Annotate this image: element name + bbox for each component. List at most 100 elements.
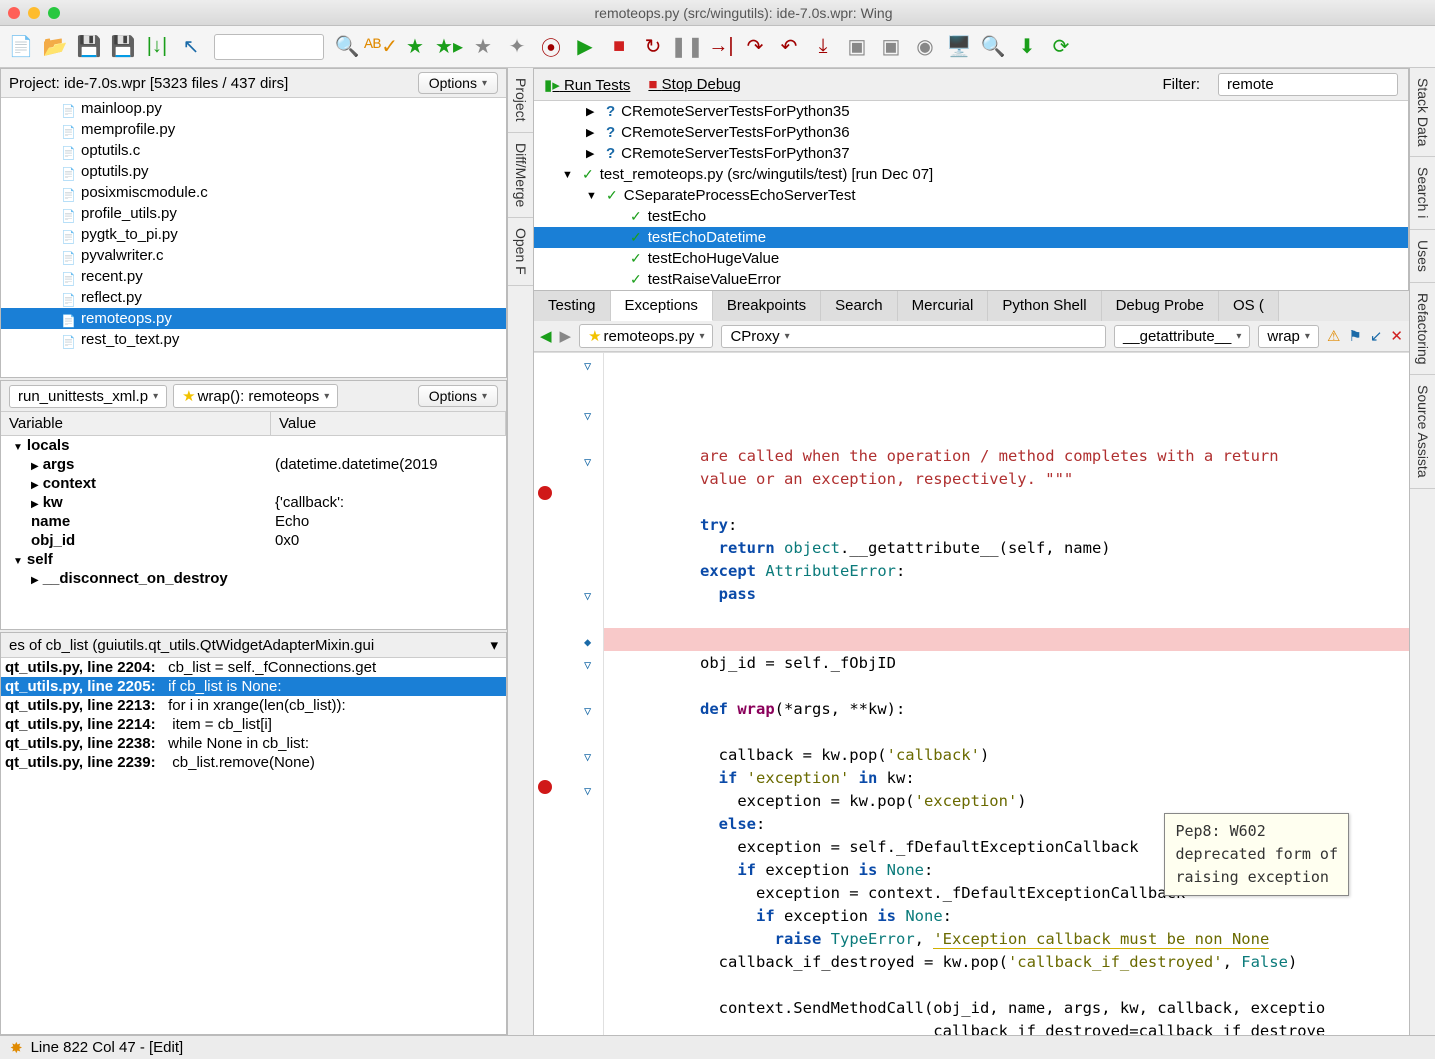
save-icon[interactable]: 💾 — [78, 36, 100, 58]
status-bug-icon[interactable]: ✸ — [10, 1039, 23, 1057]
expand-icon[interactable]: ▶ — [586, 126, 600, 139]
test-row[interactable]: testRaiseValueError — [534, 269, 1408, 290]
indent-icon[interactable]: |↓| — [146, 36, 168, 58]
uses-rows[interactable]: qt_utils.py, line 2204: cb_list = self._… — [1, 658, 506, 1034]
run-to-cursor-icon[interactable]: ⤓ — [812, 36, 834, 58]
bookmark-icon[interactable]: ★ — [404, 36, 426, 58]
stack-options-button[interactable]: Options — [418, 385, 498, 407]
monitor-icon[interactable]: 🖥️ — [948, 36, 970, 58]
nav-back-icon[interactable]: ◀ — [540, 327, 552, 345]
test-row[interactable]: testEchoDatetime — [534, 227, 1408, 248]
save-all-icon[interactable]: 💾 — [112, 36, 134, 58]
test-row[interactable]: ▶CRemoteServerTestsForPython36 — [534, 122, 1408, 143]
expand-icon[interactable] — [610, 232, 624, 244]
record-icon[interactable]: ⦿ — [540, 36, 562, 58]
expand-icon[interactable] — [610, 274, 624, 286]
test-row[interactable]: ▶CRemoteServerTestsForPython37 — [534, 143, 1408, 164]
side-tab[interactable]: Diff/Merge — [508, 133, 533, 218]
side-tab[interactable]: Project — [508, 68, 533, 133]
project-file[interactable]: remoteops.py — [1, 308, 506, 329]
uses-row[interactable]: qt_utils.py, line 2238: while None in cb… — [1, 734, 506, 753]
panel-tab[interactable]: Breakpoints — [713, 291, 821, 321]
bottom-tabs[interactable]: TestingExceptionsBreakpointsSearchMercur… — [534, 291, 1409, 321]
right-side-tabs[interactable]: Stack DataSearch iUsesRefactoringSource … — [1409, 68, 1435, 1035]
expand-icon[interactable]: ▼ — [562, 169, 576, 181]
editor-method-combo[interactable]: __getattribute__ — [1114, 325, 1250, 348]
project-file[interactable]: optutils.py — [1, 161, 506, 182]
project-file[interactable]: optutils.c — [1, 140, 506, 161]
left-side-tabs[interactable]: ProjectDiff/MergeOpen F — [508, 68, 534, 1035]
step-into-icon[interactable]: →| — [710, 36, 732, 58]
expand-icon[interactable]: ▶ — [586, 105, 600, 118]
uses-row[interactable]: qt_utils.py, line 2205: if cb_list is No… — [1, 677, 506, 696]
stack-variable-row[interactable]: context — [1, 474, 506, 493]
close-icon[interactable] — [8, 7, 20, 19]
test-row[interactable]: ▼CSeparateProcessEchoServerTest — [534, 185, 1408, 206]
frame-down-icon[interactable]: ▣ — [880, 36, 902, 58]
stack-rows[interactable]: localsargs(datetime.datetime(2019context… — [1, 436, 506, 629]
panel-tab[interactable]: OS ( — [1219, 291, 1279, 321]
expand-icon[interactable] — [610, 253, 624, 265]
side-tab[interactable]: Refactoring — [1410, 283, 1435, 376]
bookmark-next-icon[interactable]: ★▸ — [438, 36, 460, 58]
stack-variable-row[interactable]: obj_id0x0 — [1, 531, 506, 550]
panel-tab[interactable]: Search — [821, 291, 898, 321]
expand-icon[interactable]: ▼ — [586, 190, 600, 202]
bookmark-clear-icon[interactable]: ✦ — [506, 36, 528, 58]
project-file[interactable]: mainloop.py — [1, 98, 506, 119]
spellcheck-icon[interactable]: ᴬᴮ✓ — [370, 36, 392, 58]
panel-tab[interactable]: Testing — [534, 291, 611, 321]
test-row[interactable]: testEcho — [534, 206, 1408, 227]
search-tool-icon[interactable]: 🔍 — [982, 36, 1004, 58]
col-variable[interactable]: Variable — [1, 412, 271, 435]
stack-variable-row[interactable]: locals — [1, 436, 506, 455]
project-file[interactable]: pyvalwriter.c — [1, 245, 506, 266]
test-row[interactable]: ▼test_remoteops.py (src/wingutils/test) … — [534, 164, 1408, 185]
stop-debug-button[interactable]: ■ Stop Debug — [648, 76, 740, 93]
step-over-icon[interactable]: ↷ — [744, 36, 766, 58]
expand-icon[interactable] — [610, 211, 624, 223]
goto-icon[interactable]: ↖ — [180, 36, 202, 58]
uses-row[interactable]: qt_utils.py, line 2239: cb_list.remove(N… — [1, 753, 506, 772]
side-tab[interactable]: Stack Data — [1410, 68, 1435, 157]
panel-tab[interactable]: Debug Probe — [1102, 291, 1219, 321]
uses-row[interactable]: qt_utils.py, line 2204: cb_list = self._… — [1, 658, 506, 677]
breakpoint-marker[interactable] — [538, 780, 552, 794]
debug-pause-icon[interactable]: ❚❚ — [676, 36, 698, 58]
editor-class-combo[interactable]: CProxy — [721, 325, 1105, 348]
side-tab[interactable]: Search i — [1410, 157, 1435, 229]
uses-row[interactable]: qt_utils.py, line 2214: item = cb_list[i… — [1, 715, 506, 734]
col-value[interactable]: Value — [271, 412, 506, 435]
debug-restart-icon[interactable]: ↻ — [642, 36, 664, 58]
side-tab[interactable]: Open F — [508, 218, 533, 286]
frame-up-icon[interactable]: ▣ — [846, 36, 868, 58]
close-editor-icon[interactable]: ✕ — [1390, 327, 1403, 345]
new-file-icon[interactable]: 📄 — [10, 36, 32, 58]
panel-tab[interactable]: Python Shell — [988, 291, 1101, 321]
uses-row[interactable]: qt_utils.py, line 2213: for i in xrange(… — [1, 696, 506, 715]
project-file[interactable]: reflect.py — [1, 287, 506, 308]
test-row[interactable]: ▶CRemoteServerTestsForPython35 — [534, 101, 1408, 122]
stack-variable-row[interactable]: nameEcho — [1, 512, 506, 531]
editor-file-combo[interactable]: ★ remoteops.py — [579, 324, 713, 348]
stack-scope-combo[interactable]: ★ wrap(): remoteops — [173, 384, 338, 408]
filter-input[interactable] — [1218, 73, 1398, 96]
toolbar-search-input[interactable] — [214, 34, 324, 60]
project-tree[interactable]: mainloop.pymemprofile.pyoptutils.coptuti… — [1, 98, 506, 377]
test-row[interactable]: testEchoHugeValue — [534, 248, 1408, 269]
side-tab[interactable]: Uses — [1410, 230, 1435, 283]
open-folder-icon[interactable]: 📂 — [44, 36, 66, 58]
maximize-icon[interactable]: ↙ — [1370, 327, 1383, 345]
nav-forward-icon[interactable]: ▶ — [560, 327, 572, 345]
search-next-icon[interactable]: 🔍 — [336, 36, 358, 58]
stack-variable-row[interactable]: __disconnect_on_destroy — [1, 569, 506, 588]
project-file[interactable]: profile_utils.py — [1, 203, 506, 224]
test-tree[interactable]: ▶CRemoteServerTestsForPython35▶CRemoteSe… — [534, 101, 1408, 290]
editor-inner-combo[interactable]: wrap — [1258, 325, 1319, 348]
step-out-icon[interactable]: ↶ — [778, 36, 800, 58]
refresh-icon[interactable]: ⟳ — [1050, 36, 1072, 58]
project-file[interactable]: pygtk_to_pi.py — [1, 224, 506, 245]
project-file[interactable]: rest_to_text.py — [1, 329, 506, 350]
side-tab[interactable]: Source Assista — [1410, 375, 1435, 489]
run-tests-button[interactable]: ▮▸ Run Tests — [544, 76, 630, 94]
